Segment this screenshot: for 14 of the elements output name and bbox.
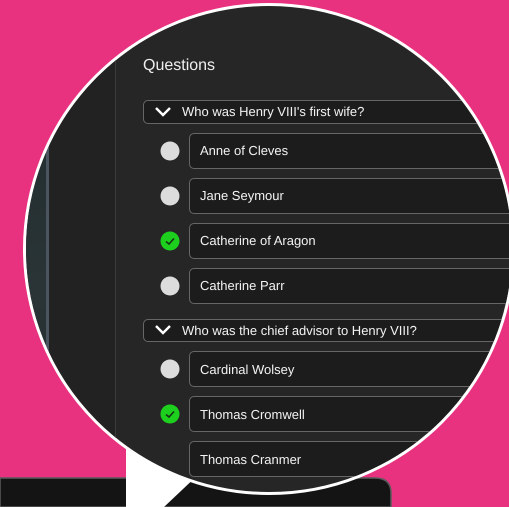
radio-button[interactable]	[160, 140, 180, 160]
section-title: Questions	[143, 56, 216, 76]
chevron-down-icon	[154, 324, 172, 336]
answer-option[interactable]: Jane Seymour	[189, 178, 509, 214]
radio-button[interactable]	[160, 359, 180, 379]
question-text: Who was the chief advisor to Henry VIII?	[182, 322, 417, 338]
question-text: Who was Henry VIII's first wife?	[182, 104, 364, 120]
radio-button[interactable]	[160, 186, 180, 206]
radio-button[interactable]	[160, 276, 180, 296]
checked-radio-icon[interactable]	[160, 404, 180, 424]
checked-radio-icon[interactable]	[160, 230, 180, 250]
answer-option[interactable]: Catherine of Aragon	[189, 222, 509, 258]
chevron-down-icon	[154, 106, 172, 118]
answer-option[interactable]: Catherine Parr	[189, 268, 509, 304]
